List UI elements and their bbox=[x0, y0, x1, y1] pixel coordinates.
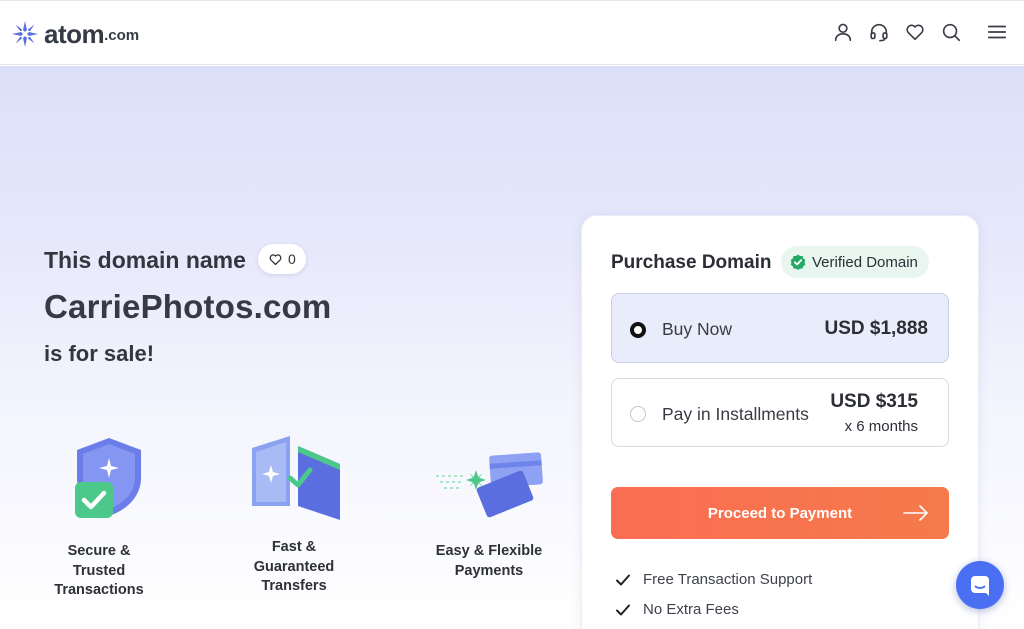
search-icon[interactable] bbox=[940, 21, 962, 43]
atom-logo[interactable]: atom .com bbox=[11, 18, 139, 50]
check-icon bbox=[616, 604, 630, 615]
option-price: USD $1,888 bbox=[824, 318, 928, 339]
menu-icon[interactable] bbox=[986, 21, 1008, 43]
option-buy-now[interactable]: Buy Now USD $1,888 bbox=[611, 293, 949, 363]
feature-label: Secure & Trusted Transactions bbox=[54, 543, 144, 598]
atom-star-icon bbox=[12, 21, 38, 47]
option-label: Pay in Installments bbox=[662, 404, 809, 424]
transfer-icon bbox=[252, 436, 340, 520]
benefit-item: No Extra Fees bbox=[615, 601, 739, 618]
option-label: Buy Now bbox=[662, 319, 733, 339]
option-installments[interactable]: Pay in Installments USD $315 x 6 months bbox=[611, 378, 949, 447]
headset-icon[interactable] bbox=[868, 21, 890, 43]
proceed-to-payment-button[interactable]: Proceed to Payment bbox=[611, 487, 949, 539]
feature-label: Easy & Flexible Payments bbox=[435, 543, 543, 579]
radio-unselected[interactable] bbox=[630, 406, 646, 422]
purchase-title: Purchase Domain bbox=[611, 252, 772, 273]
like-count: 0 bbox=[288, 251, 296, 267]
feature-label: Fast & Guaranteed Transfers bbox=[253, 539, 335, 594]
benefit-item: Free Transaction Support bbox=[615, 571, 812, 588]
logo-tld: .com bbox=[104, 27, 140, 44]
benefit-label: No Extra Fees bbox=[643, 601, 739, 618]
feature-secure: Secure & Trusted Transactions bbox=[48, 434, 150, 601]
cards-icon bbox=[436, 452, 543, 518]
option-price-term: x 6 months bbox=[844, 418, 918, 435]
option-price: USD $315 bbox=[830, 391, 918, 412]
heart-icon[interactable] bbox=[904, 21, 926, 43]
verified-badge: Verified Domain bbox=[781, 246, 929, 278]
user-icon[interactable] bbox=[832, 21, 854, 43]
intro-heading: This domain name bbox=[44, 247, 246, 273]
proceed-label: Proceed to Payment bbox=[707, 504, 853, 522]
chat-icon bbox=[971, 576, 989, 596]
verified-check-icon bbox=[790, 254, 806, 270]
top-navigation-bar: atom .com bbox=[0, 0, 1024, 65]
for-sale-text: is for sale! bbox=[44, 341, 155, 366]
radio-selected[interactable] bbox=[630, 322, 646, 338]
benefit-label: Free Transaction Support bbox=[643, 571, 813, 588]
chat-widget-button[interactable] bbox=[956, 561, 1004, 609]
feature-payments: Easy & Flexible Payments bbox=[433, 450, 545, 581]
purchase-card: Purchase Domain Verified Domain Buy Now … bbox=[581, 215, 979, 629]
arrow-right-icon bbox=[903, 505, 928, 521]
header-actions bbox=[832, 21, 1008, 43]
like-button[interactable]: 0 bbox=[258, 244, 306, 274]
check-icon bbox=[616, 574, 630, 585]
heart-outline-icon bbox=[269, 253, 282, 265]
feature-transfer: Fast & Guaranteed Transfers bbox=[243, 434, 345, 597]
logo-wordmark: atom bbox=[44, 19, 105, 49]
verified-label: Verified Domain bbox=[812, 253, 918, 271]
shield-check-icon bbox=[75, 438, 141, 518]
domain-name: CarriePhotos.com bbox=[44, 288, 332, 325]
